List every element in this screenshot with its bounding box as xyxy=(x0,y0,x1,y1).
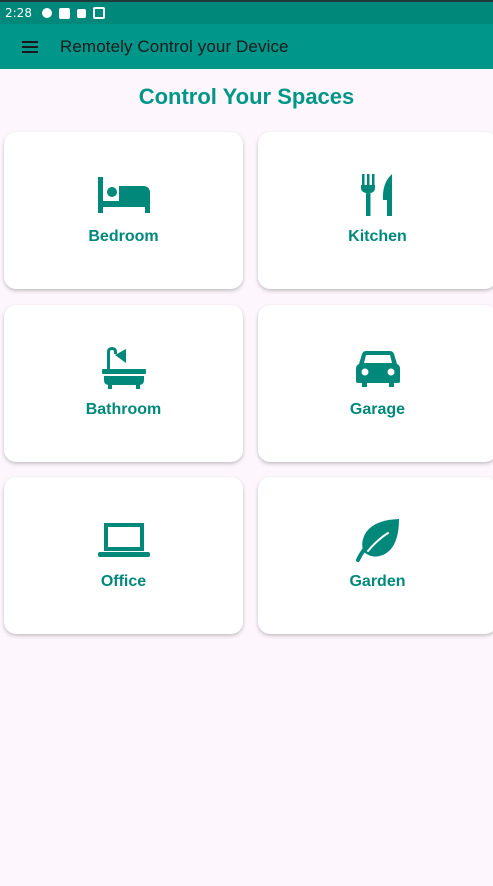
room-label: Kitchen xyxy=(348,228,407,245)
menu-button[interactable] xyxy=(0,24,60,69)
status-time: 2:28 xyxy=(5,6,32,20)
car-icon xyxy=(350,345,406,391)
accessibility-icon xyxy=(76,8,86,18)
room-label: Office xyxy=(100,573,147,590)
room-label: Bathroom xyxy=(85,401,162,418)
leaf-icon xyxy=(350,517,406,563)
menu-icon xyxy=(22,40,38,53)
room-label: Garage xyxy=(349,401,406,418)
room-card-kitchen[interactable]: Kitchen xyxy=(258,132,493,289)
room-card-office[interactable]: Office xyxy=(4,477,243,634)
status-bar: 2:28 xyxy=(0,0,493,24)
fork-knife-icon xyxy=(350,172,406,218)
app-bar: Remotely Control your Device xyxy=(0,24,493,69)
room-card-bedroom[interactable]: Bedroom xyxy=(4,132,243,289)
app-title: Remotely Control your Device xyxy=(60,36,289,56)
room-card-garden[interactable]: Garden xyxy=(258,477,493,634)
screen-share-icon xyxy=(92,7,105,19)
bed-icon xyxy=(96,172,152,218)
room-label: Garden xyxy=(349,573,406,590)
bathtub-icon xyxy=(96,345,152,391)
room-card-garage[interactable]: Garage xyxy=(258,305,493,462)
notification-square-icon xyxy=(58,7,70,19)
room-label: Bedroom xyxy=(88,228,159,245)
page-title: Control Your Spaces xyxy=(138,84,355,109)
data-saver-icon xyxy=(41,8,52,18)
room-card-bathroom[interactable]: Bathroom xyxy=(4,305,243,462)
laptop-icon xyxy=(96,517,152,563)
status-icons xyxy=(41,7,105,19)
